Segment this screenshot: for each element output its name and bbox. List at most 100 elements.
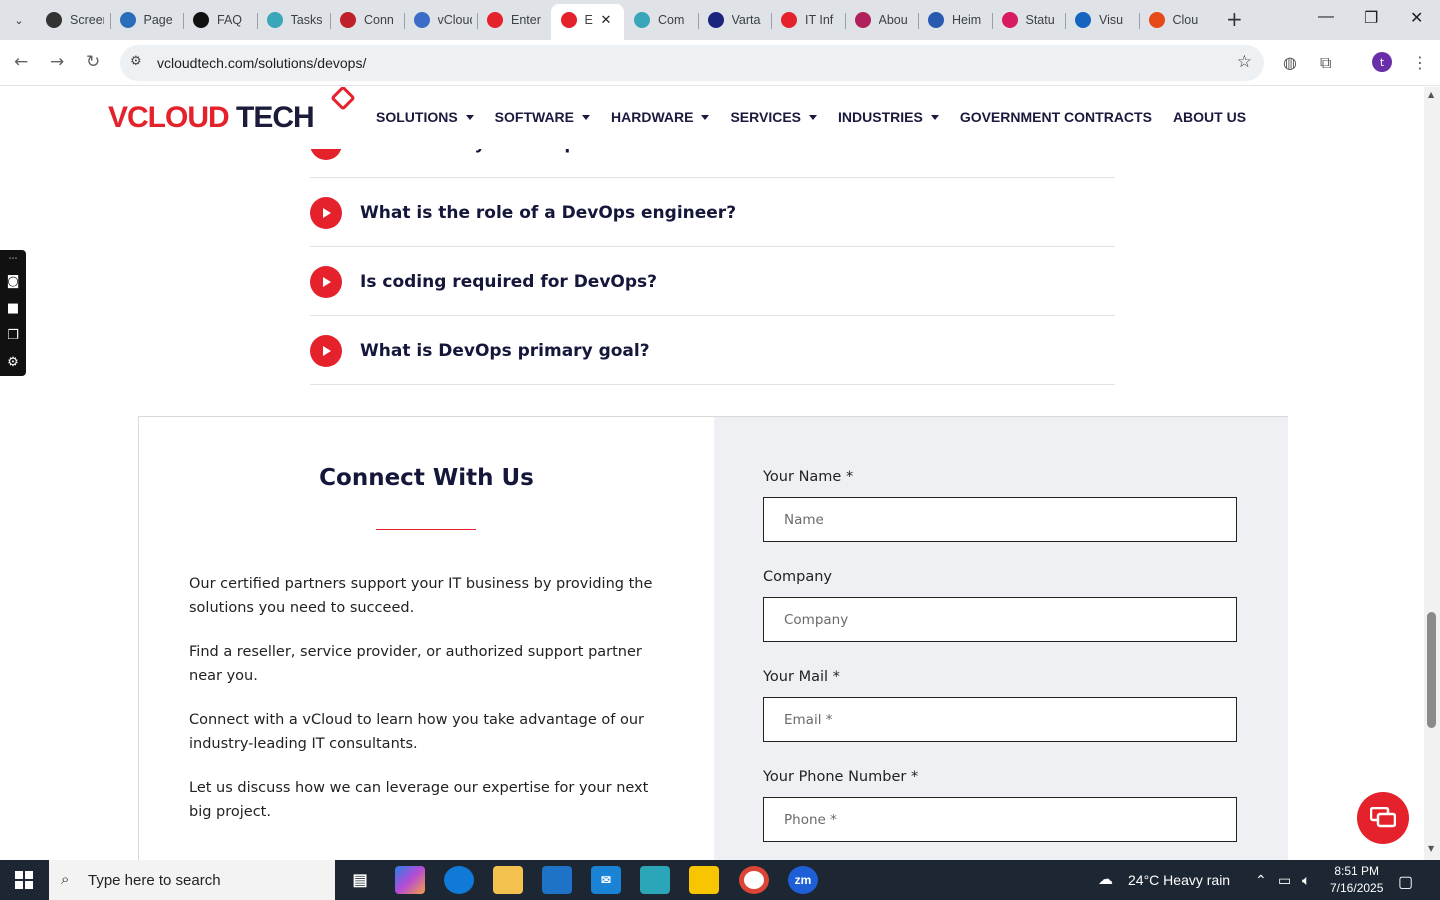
faq-item[interactable]: What is the role of a DevOps engineer?	[310, 178, 1115, 247]
phone-input[interactable]	[763, 797, 1237, 842]
nav-label: GOVERNMENT CONTRACTS	[959, 109, 1152, 125]
tab-favicon-icon	[634, 12, 650, 28]
volume-icon[interactable]: 🔈︎	[1302, 872, 1310, 889]
browser-tab[interactable]: Varta	[697, 4, 772, 36]
main-navigation: SOLUTIONS SOFTWARE HARDWARE SERVICES INDUSTR…	[376, 109, 1267, 125]
more-icon[interactable]: ⋯	[0, 250, 26, 268]
copilot-icon[interactable]	[395, 866, 425, 894]
camera-icon[interactable]: ◙	[0, 268, 26, 295]
new-tab-button[interactable]: +	[1226, 9, 1243, 29]
reload-button[interactable]: ↻	[86, 52, 100, 72]
restore-button[interactable]: ❐	[1364, 8, 1378, 28]
scroll-down-icon[interactable]: ▼	[1428, 844, 1434, 853]
tab-favicon-icon	[560, 12, 577, 28]
file-explorer-icon[interactable]	[493, 866, 523, 894]
menu-icon[interactable]: ⋮	[1412, 53, 1428, 72]
play-circle-icon	[310, 197, 342, 229]
email-input[interactable]	[763, 697, 1237, 742]
nav-item-government-contracts[interactable]: GOVERNMENT CONTRACTS	[960, 109, 1152, 125]
close-window-button[interactable]: ✕	[1410, 8, 1423, 28]
network-icon[interactable]: ▭	[1278, 872, 1291, 889]
extensions-icon[interactable]: ⧉	[1320, 53, 1331, 73]
tab-title: Page	[143, 13, 173, 27]
address-bar[interactable]: ⚙ vcloudtech.com/solutions/devops/ ☆	[120, 45, 1264, 81]
weather-icon[interactable]: ☁	[1098, 870, 1113, 888]
tray-chevron-icon[interactable]: ⌃	[1255, 872, 1267, 889]
browser-tab[interactable]: E ✕	[550, 4, 624, 40]
browser-tab[interactable]: Visu	[1065, 4, 1139, 36]
scroll-thumb[interactable]	[1427, 612, 1436, 728]
browser-tab[interactable]: Statu	[991, 4, 1066, 36]
tab-favicon-icon	[781, 12, 797, 28]
site-info-icon[interactable]: ⚙	[130, 54, 142, 69]
nav-label: SOFTWARE	[494, 109, 575, 125]
browser-tab[interactable]: Heim	[918, 4, 992, 36]
nav-label: SOLUTIONS	[376, 109, 458, 125]
page-scrollbar[interactable]: ▲ ▼	[1424, 87, 1440, 860]
weather-text[interactable]: 24°C Heavy rain	[1128, 872, 1230, 888]
nav-label: ABOUT US	[1172, 109, 1247, 125]
nav-item-solutions[interactable]: SOLUTIONS	[376, 109, 474, 125]
company-input[interactable]	[763, 597, 1237, 642]
caret-down-icon	[582, 114, 591, 120]
task-view-icon[interactable]: ▤	[345, 866, 375, 894]
mail-icon[interactable]: ✉	[591, 866, 621, 894]
tab-search-button[interactable]: ⌄	[6, 7, 32, 33]
site-header: VCLOUD TECH SOLUTIONS SOFTWARE HARDWARE SER…	[0, 87, 1424, 149]
browser-tab[interactable]: vCloud	[403, 4, 478, 36]
caret-down-icon	[809, 114, 818, 120]
vcloud-logo[interactable]: VCLOUD TECH	[108, 101, 315, 135]
name-input[interactable]	[763, 497, 1237, 542]
nav-label: HARDWARE	[611, 109, 694, 125]
browser-tab[interactable]: Com	[624, 4, 698, 36]
tab-favicon-icon	[1075, 12, 1091, 28]
tab-list: Screenshots Page FAQTasksConnvCloudEnterE✕…	[36, 4, 1212, 40]
taskbar-clock[interactable]: 8:51 PM 7/16/2025	[1330, 863, 1383, 897]
tab-title: Abou	[878, 13, 908, 27]
browser-tab[interactable]: Page	[109, 4, 184, 36]
video-icon[interactable]: ■	[0, 295, 26, 322]
browser-tab[interactable]: Screenshots	[36, 4, 110, 36]
sticky-notes-icon[interactable]	[689, 866, 719, 894]
browser-tab[interactable]: Tasks	[256, 4, 331, 36]
window-icon[interactable]: ❐	[0, 322, 26, 349]
nav-item-services[interactable]: SERVICES	[730, 109, 818, 125]
browser-tab[interactable]: Abou	[844, 4, 919, 36]
nav-item-software[interactable]: SOFTWARE	[494, 109, 591, 125]
zoom-icon[interactable]: zm	[788, 866, 818, 894]
faq-item[interactable]: Is coding required for DevOps?	[310, 247, 1115, 316]
scroll-up-icon[interactable]: ▲	[1428, 90, 1434, 99]
start-button[interactable]	[0, 860, 48, 900]
store-icon[interactable]	[542, 866, 572, 894]
app-icon[interactable]	[640, 866, 670, 894]
tab-favicon-icon	[193, 12, 209, 28]
browser-tab[interactable]: Enter	[477, 4, 551, 36]
browser-tab[interactable]: IT Inf	[771, 4, 845, 36]
close-tab-icon[interactable]: ✕	[601, 13, 612, 28]
windows-logo-icon	[15, 871, 33, 889]
profile-avatar[interactable]: t	[1372, 52, 1392, 72]
taskbar-search[interactable]: ⌕ Type here to search	[49, 860, 335, 900]
browser-tab[interactable]: Conn	[330, 4, 404, 36]
nav-item-hardware[interactable]: HARDWARE	[611, 109, 710, 125]
settings-gear-icon[interactable]: ⚙	[0, 349, 26, 376]
browser-tab[interactable]: FAQ	[183, 4, 257, 36]
faq-item[interactable]: What is DevOps primary goal?	[310, 316, 1115, 385]
browser-tab[interactable]: Clou	[1138, 4, 1213, 36]
chrome-icon[interactable]	[739, 866, 769, 894]
edge-icon[interactable]	[444, 866, 474, 894]
bookmark-star-icon[interactable]: ☆	[1237, 52, 1252, 72]
connect-info-panel: Connect With Us Our certified partners s…	[139, 417, 714, 860]
connect-title: Connect With Us	[319, 465, 534, 491]
back-button[interactable]: ←	[14, 52, 28, 72]
forward-button[interactable]: →	[50, 52, 64, 72]
translate-icon[interactable]: ◍	[1283, 53, 1297, 72]
minimize-button[interactable]: —	[1318, 8, 1334, 26]
notification-icon[interactable]: ▢	[1398, 872, 1413, 892]
tab-favicon-icon	[928, 12, 944, 28]
chat-button[interactable]	[1357, 792, 1409, 844]
nav-item-about-us[interactable]: ABOUT US	[1173, 109, 1246, 125]
nav-item-industries[interactable]: INDUSTRIES	[838, 109, 939, 125]
browser-toolbar: ← → ↻ ⚙ vcloudtech.com/solutions/devops/…	[0, 40, 1440, 86]
url-text[interactable]: vcloudtech.com/solutions/devops/	[157, 55, 366, 71]
